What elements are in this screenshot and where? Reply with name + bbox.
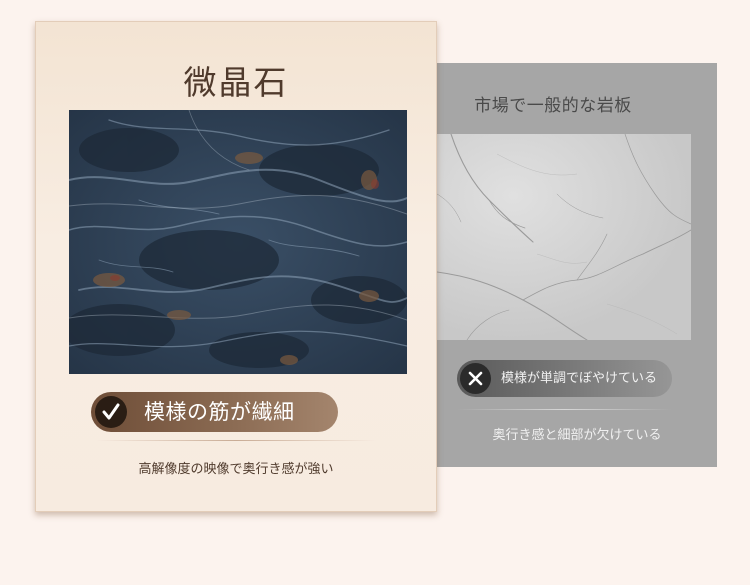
featured-card-title: 微晶石 [183,63,289,102]
marble-slab-image [437,134,691,340]
comparison-caption: 奥行き感と細部が欠けている [492,428,662,443]
weak-point-badge: 模様が単調でぼやけている [457,360,672,397]
close-icon [460,363,491,394]
strength-badge: 模様の筋が繊細 [91,392,338,432]
comparison-card-market-slab: 市場で一般的な岩板 模様が単調でぼやけている 奥行き感と細部が欠けている [437,63,717,467]
check-icon [95,396,127,428]
comparison-card-title: 市場で一般的な岩板 [474,96,632,116]
strength-label: 模様の筋が繊細 [144,400,295,424]
featured-card-microcrystal: 微晶石 模様の筋が繊細 高解像度の映像で奥行き感が強い [35,21,437,512]
microcrystal-stone-image [69,110,407,374]
comparison-divider [457,409,672,410]
weak-point-label: 模様が単調でぼやけている [501,371,658,386]
featured-divider [96,440,376,441]
featured-caption: 高解像度の映像で奥行き感が強い [138,462,334,477]
